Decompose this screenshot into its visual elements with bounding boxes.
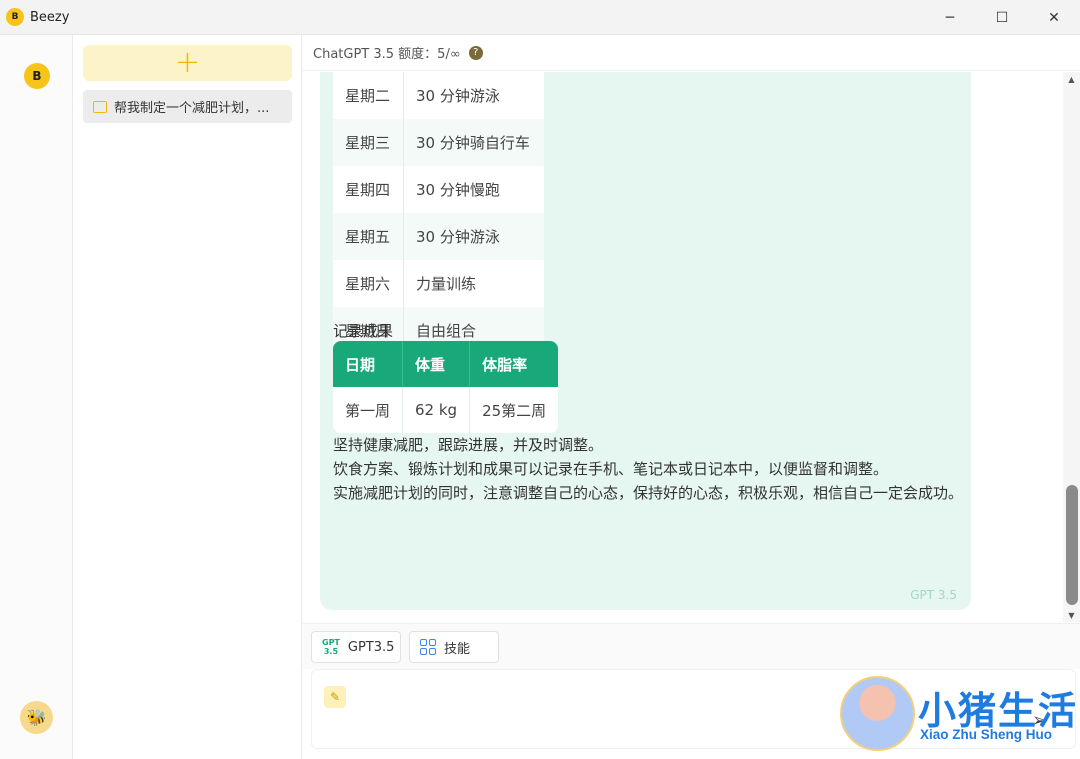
table-header-row: 日期 体重 体脂率 [333, 341, 559, 387]
composer-toolbar: GPT 3.5 GPT3.5 技能 [303, 623, 1080, 669]
app-title: Beezy [30, 9, 70, 25]
assistant-message: 星期二 30 分钟游泳 星期三 30 分钟骑自行车 星期四 30 分钟慢跑 星期五 30… [320, 72, 971, 610]
scroll-up-icon[interactable]: ▲ [1063, 72, 1080, 86]
grid-icon [420, 639, 436, 655]
model-tag: GPT 3.5 [910, 588, 957, 602]
table-cell: 30 分钟游泳 [404, 213, 544, 260]
table-cell: 30 分钟游泳 [404, 72, 544, 119]
app-logo-icon: B [6, 8, 24, 26]
table-cell: 星期六 [333, 260, 404, 307]
conversation-item[interactable]: 帮我制定一个减肥计划，... [83, 90, 292, 123]
quota-text: ChatGPT 3.5 额度：5/∞ [313, 47, 461, 62]
message-paragraph: 实施减肥计划的同时，注意调整自己的心态，保持好的心态，积极乐观，相信自己一定会成… [333, 484, 964, 502]
skills-button[interactable]: 技能 [409, 631, 499, 663]
table-cell: 62 kg [403, 387, 471, 433]
table-row: 星期三 30 分钟骑自行车 [333, 119, 544, 166]
column-header: 体脂率 [470, 341, 559, 387]
message-paragraph: 坚持健康减肥，跟踪进展，并及时调整。 [333, 436, 604, 454]
minimize-button[interactable]: ─ [924, 0, 976, 35]
gpt-icon-top: GPT [322, 638, 340, 647]
table-cell: 25第二周 [470, 387, 559, 433]
table-cell: 30 分钟骑自行车 [404, 119, 544, 166]
bee-avatar-icon[interactable]: 🐝 [20, 701, 53, 734]
new-chat-button[interactable]: + [83, 45, 292, 81]
left-rail: B 🐝 [0, 35, 73, 759]
maximize-button[interactable]: ☐ [976, 0, 1028, 35]
table-cell: 力量训练 [404, 260, 544, 307]
table-cell: 星期二 [333, 72, 404, 119]
chat-bubble-icon [93, 100, 107, 113]
conversation-item-label: 帮我制定一个减肥计划，... [114, 101, 270, 116]
table-cell: 30 分钟慢跑 [404, 166, 544, 213]
exercise-table: 星期二 30 分钟游泳 星期三 30 分钟骑自行车 星期四 30 分钟慢跑 星期五 30… [333, 72, 544, 354]
chat-area: 星期二 30 分钟游泳 星期三 30 分钟骑自行车 星期四 30 分钟慢跑 星期五 30… [303, 72, 1063, 622]
table-row: 星期二 30 分钟游泳 [333, 72, 544, 119]
gpt-icon: GPT 3.5 [322, 638, 340, 656]
skills-label: 技能 [444, 641, 471, 657]
watermark-subtitle: Xiao Zhu Sheng Huo [920, 727, 1052, 742]
scroll-thumb[interactable] [1066, 485, 1078, 605]
pig-mascot-icon [840, 676, 915, 751]
table-row: 星期五 30 分钟游泳 [333, 213, 544, 260]
table-row: 第一周 62 kg 25第二周 [333, 387, 559, 433]
table-row: 星期六 力量训练 [333, 260, 544, 307]
gpt-icon-bottom: 3.5 [323, 647, 339, 656]
model-select-button[interactable]: GPT 3.5 GPT3.5 [311, 631, 401, 663]
column-header: 日期 [333, 341, 404, 387]
column-header: 体重 [403, 341, 471, 387]
table-cell: 第一周 [333, 387, 404, 433]
message-paragraph: 饮食方案、锻炼计划和成果可以记录在手机、笔记本或日记本中，以便监督和调整。 [333, 460, 889, 478]
conversation-sidebar: + 帮我制定一个减肥计划，... [73, 35, 302, 759]
model-select-label: GPT3.5 [347, 639, 395, 655]
table-row: 星期四 30 分钟慢跑 [333, 166, 544, 213]
quota-bar: ChatGPT 3.5 额度：5/∞ ? [303, 35, 1080, 71]
beezy-home-icon[interactable]: B [24, 63, 50, 89]
main-panel: ChatGPT 3.5 额度：5/∞ ? 星期二 30 分钟游泳 星期三 30 分钟… [303, 35, 1080, 759]
chat-scrollbar[interactable]: ▲ ▼ [1063, 72, 1080, 622]
help-icon[interactable]: ? [468, 45, 483, 60]
close-button[interactable]: ✕ [1028, 0, 1080, 35]
table-cell: 星期五 [333, 213, 404, 260]
table-cell: 星期三 [333, 119, 404, 166]
title-bar: B Beezy ─ ☐ ✕ [0, 0, 1080, 35]
scroll-down-icon[interactable]: ▼ [1063, 608, 1080, 622]
magic-wand-icon[interactable]: ✎ [324, 686, 346, 708]
table-cell: 星期四 [333, 166, 404, 213]
record-table: 日期 体重 体脂率 第一周 62 kg 25第二周 [333, 341, 559, 433]
record-heading: 记录成果 [333, 322, 394, 340]
